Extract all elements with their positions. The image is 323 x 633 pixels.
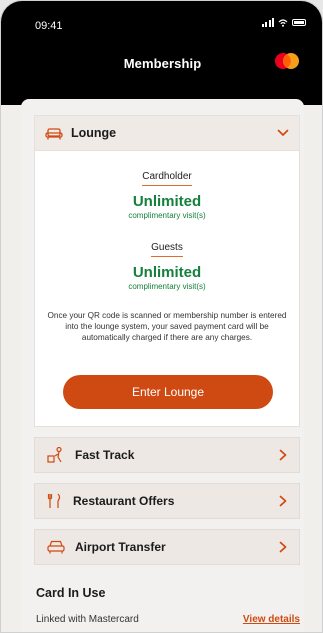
guests-label: Guests <box>151 242 183 257</box>
car-icon <box>47 540 65 554</box>
guests-sub: complimentary visit(s) <box>128 282 206 291</box>
restaurant-icon <box>47 493 61 508</box>
wifi-icon <box>278 18 288 27</box>
lounge-card: Lounge Cardholder Unlimited complimentar… <box>34 115 300 427</box>
row-label: Restaurant Offers <box>73 494 175 508</box>
cardholder-sub: complimentary visit(s) <box>128 211 206 220</box>
battery-icon <box>292 19 306 26</box>
cardholder-label: Cardholder <box>142 171 192 186</box>
row-label: Airport Transfer <box>75 540 166 554</box>
mastercard-logo-icon <box>275 53 299 69</box>
enter-lounge-button[interactable]: Enter Lounge <box>63 375 273 409</box>
top-bar: 09:41 Membership <box>1 1 322 105</box>
guests-section: Guests Unlimited complimentary visit(s) <box>35 237 299 291</box>
chevron-down-icon[interactable] <box>277 129 289 137</box>
chevron-right-icon <box>279 541 287 553</box>
linked-card-text: Linked with Mastercard <box>36 614 139 625</box>
chevron-right-icon <box>279 495 287 507</box>
lounge-header[interactable]: Lounge <box>35 116 299 151</box>
lounge-icon <box>45 127 63 139</box>
row-restaurant-offers[interactable]: Restaurant Offers <box>34 483 300 519</box>
app-screen: 09:41 Membership Lounge Cardholder Unlim… <box>0 0 323 633</box>
row-label: Fast Track <box>75 448 135 462</box>
card-in-use-title: Card In Use <box>36 586 106 600</box>
cardholder-value: Unlimited <box>132 193 202 210</box>
chevron-right-icon <box>279 449 287 461</box>
status-time: 09:41 <box>35 20 63 32</box>
guests-value: Unlimited <box>132 264 202 281</box>
cardholder-section: Cardholder Unlimited complimentary visit… <box>35 166 299 220</box>
signal-icon <box>261 18 274 27</box>
view-details-link[interactable]: View details <box>243 614 300 625</box>
status-icons <box>261 18 306 27</box>
lounge-note: Once your QR code is scanned or membersh… <box>47 311 287 342</box>
lounge-label: Lounge <box>71 126 117 140</box>
content-panel: Lounge Cardholder Unlimited complimentar… <box>21 99 304 632</box>
fast-track-icon <box>47 447 62 463</box>
row-fast-track[interactable]: Fast Track <box>34 437 300 473</box>
row-airport-transfer[interactable]: Airport Transfer <box>34 529 300 565</box>
